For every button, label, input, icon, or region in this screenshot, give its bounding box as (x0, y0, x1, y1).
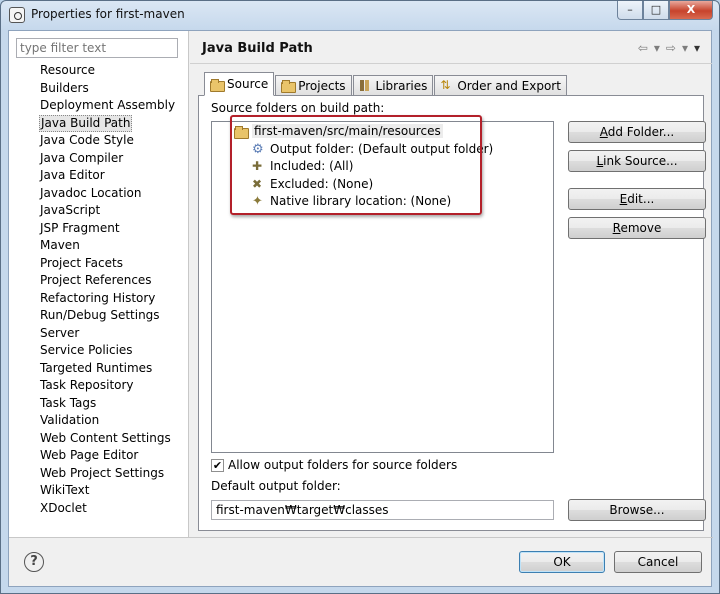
edit-label: dit... (627, 192, 655, 206)
nav-item-refactoring-history[interactable]: Refactoring History (39, 290, 176, 308)
nav-item-task-repository[interactable]: Task Repository (39, 377, 176, 395)
allow-output-label: Allow output folders for source folders (228, 458, 458, 472)
minimize-button[interactable]: – (617, 1, 643, 20)
dialog-client: ResourceBuildersDeployment AssemblyJava … (8, 30, 713, 587)
back-menu-icon[interactable]: ▾ (654, 41, 660, 55)
nav-item-javascript[interactable]: JavaScript (39, 202, 176, 220)
source-folders-label: Source folders on build path: (211, 101, 385, 115)
nav-item-deployment-assembly[interactable]: Deployment Assembly (39, 97, 176, 115)
tree-item-excluded[interactable]: ✖ Excluded: (None) (252, 177, 373, 191)
tree-item-output-folder[interactable]: ⚙ Output folder: (Default output folder) (252, 142, 493, 156)
properties-window: Properties for first-maven – □ X Resourc… (0, 0, 720, 594)
source-folder-path: first-maven/src/main/resources (252, 124, 443, 138)
title-separator (190, 63, 712, 64)
allow-output-checkbox[interactable]: ✔ (211, 459, 224, 472)
view-menu-icon[interactable]: ▾ (694, 41, 700, 55)
tab-source[interactable]: Source (204, 72, 275, 96)
browse-button[interactable]: Browse... (568, 499, 706, 521)
output-folder-text: Output folder: (Default output folder) (270, 142, 494, 156)
nav-item-builders[interactable]: Builders (39, 80, 176, 98)
add-folder-mnemonic: A (599, 125, 608, 139)
inclusion-filter-icon: ✚ (252, 158, 263, 173)
forward-menu-icon[interactable]: ▾ (682, 41, 688, 55)
window-controls: – □ X (617, 1, 713, 20)
footer-separator (9, 537, 713, 538)
back-arrow-icon[interactable]: ⇦ (638, 41, 648, 55)
nav-item-web-project-settings[interactable]: Web Project Settings (39, 465, 176, 483)
maximize-button[interactable]: □ (643, 1, 669, 20)
tab-projects[interactable]: Projects (275, 75, 352, 95)
tab-projects-label: Projects (298, 78, 346, 93)
app-icon (9, 7, 25, 23)
page-navigation: ⇦ ▾ ⇨ ▾ ▾ (638, 41, 700, 55)
nav-item-java-build-path[interactable]: Java Build Path (39, 114, 133, 132)
link-source-label: ink Source... (603, 154, 678, 168)
nav-item-service-policies[interactable]: Service Policies (39, 342, 176, 360)
included-text: Included: (All) (270, 159, 354, 173)
tab-order-label: Order and Export (457, 78, 561, 93)
source-folder-tree[interactable]: first-maven/src/main/resources ⚙ Output … (211, 121, 554, 453)
nav-item-run-debug-settings[interactable]: Run/Debug Settings (39, 307, 176, 325)
edit-button[interactable]: Edit... (568, 188, 706, 210)
nav-item-java-compiler[interactable]: Java Compiler (39, 150, 176, 168)
default-output-label: Default output folder: (211, 479, 341, 493)
forward-arrow-icon[interactable]: ⇨ (666, 41, 676, 55)
property-pages-pane: ResourceBuildersDeployment AssemblyJava … (9, 31, 189, 537)
source-folder-icon (210, 78, 225, 92)
nav-item-web-page-editor[interactable]: Web Page Editor (39, 447, 176, 465)
property-page-list: Resource Builders Deployment Assembly Java … (39, 62, 176, 517)
native-library-icon: ✦ (252, 193, 263, 209)
nav-item-project-facets[interactable]: Project Facets (39, 255, 176, 273)
nav-item-wikitext[interactable]: WikiText (39, 482, 176, 500)
nav-item-resource[interactable]: Resource (39, 62, 176, 80)
excluded-text: Excluded: (None) (270, 177, 374, 191)
remove-button[interactable]: Remove (568, 217, 706, 239)
filter-input[interactable] (16, 38, 178, 58)
tab-libraries[interactable]: Libraries (352, 75, 434, 95)
nav-item-task-tags[interactable]: Task Tags (39, 395, 176, 413)
projects-icon (281, 79, 297, 93)
nav-item-project-references[interactable]: Project References (39, 272, 176, 290)
tab-source-label: Source (227, 77, 269, 91)
nav-item-xdoclet[interactable]: XDoclet (39, 500, 176, 518)
package-folder-icon (234, 125, 249, 139)
ok-button[interactable]: OK (519, 551, 605, 573)
native-library-text: Native library location: (None) (270, 194, 452, 208)
cancel-button[interactable]: Cancel (614, 551, 702, 573)
tab-order-and-export[interactable]: ⇅ Order and Export (434, 75, 567, 95)
nav-item-validation[interactable]: Validation (39, 412, 176, 430)
tab-libraries-label: Libraries (375, 78, 428, 93)
tree-item-source-folder[interactable]: first-maven/src/main/resources (234, 124, 443, 139)
tree-item-native-library[interactable]: ✦ Native library location: (None) (252, 194, 451, 208)
nav-item-java-code-style[interactable]: Java Code Style (39, 132, 176, 150)
close-button[interactable]: X (669, 1, 713, 20)
nav-item-server[interactable]: Server (39, 325, 176, 343)
add-folder-label: dd Folder... (607, 125, 675, 139)
default-output-field[interactable]: first-maven₩target₩classes (211, 500, 554, 520)
nav-item-javadoc-location[interactable]: Javadoc Location (39, 185, 176, 203)
page-title: Java Build Path (202, 41, 313, 56)
nav-item-web-content-settings[interactable]: Web Content Settings (39, 430, 176, 448)
order-export-icon: ⇅ (440, 78, 451, 92)
nav-item-maven[interactable]: Maven (39, 237, 176, 255)
add-folder-button[interactable]: Add Folder... (568, 121, 706, 143)
help-icon[interactable]: ? (24, 552, 44, 572)
nav-item-jsp-fragment[interactable]: JSP Fragment (39, 220, 176, 238)
tab-bar: Source Projects Libraries ⇅ Order and Ex… (204, 72, 568, 96)
remove-label: emove (620, 221, 662, 235)
nav-item-java-editor[interactable]: Java Editor (39, 167, 176, 185)
property-page: Java Build Path ⇦ ▾ ⇨ ▾ ▾ Source Project… (190, 31, 712, 537)
link-source-button[interactable]: Link Source... (568, 150, 706, 172)
output-folder-icon: ⚙ (252, 141, 264, 157)
libraries-icon (359, 79, 373, 92)
tree-item-included[interactable]: ✚ Included: (All) (252, 159, 353, 173)
window-title: Properties for first-maven (31, 7, 185, 21)
exclusion-filter-icon: ✖ (252, 176, 263, 191)
title-bar[interactable]: Properties for first-maven – □ X (1, 1, 719, 29)
nav-item-targeted-runtimes[interactable]: Targeted Runtimes (39, 360, 176, 378)
